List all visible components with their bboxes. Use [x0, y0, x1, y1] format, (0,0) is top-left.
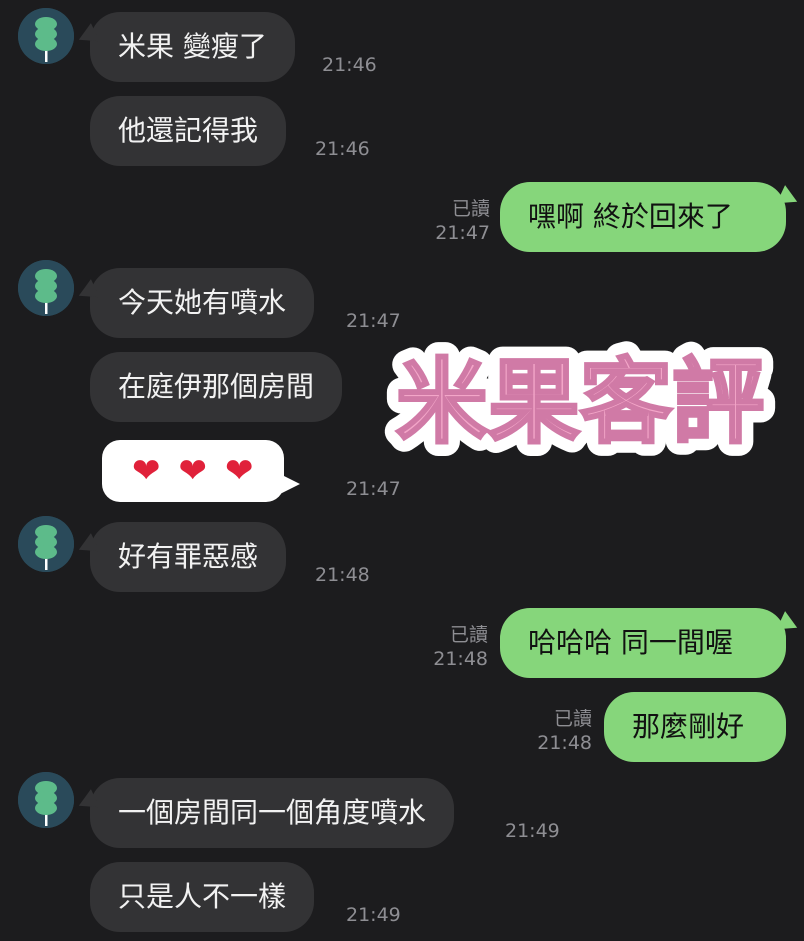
read-receipt-group: 已讀 21:48: [428, 624, 488, 672]
skewer-dango-icon: [18, 8, 74, 64]
incoming-message[interactable]: 只是人不一樣: [90, 862, 315, 932]
message-timestamp: 21:48: [433, 647, 488, 670]
contact-avatar[interactable]: [18, 772, 74, 828]
svg-text:米果客評: 米果客評: [396, 349, 764, 456]
message-timestamp: 21:49: [505, 820, 560, 842]
hearts-message[interactable]: ❤ ❤ ❤: [102, 440, 299, 502]
read-receipt-group: 已讀 21:47: [430, 198, 490, 246]
outgoing-message[interactable]: 哈哈哈 同一間喔: [500, 608, 786, 678]
read-receipt: 已讀: [553, 708, 592, 730]
message-timestamp: 21:49: [346, 904, 401, 926]
contact-avatar[interactable]: [18, 8, 74, 64]
message-timestamp: 21:46: [315, 138, 370, 160]
incoming-message[interactable]: 今天她有噴水: [90, 268, 315, 338]
message-timestamp: 21:48: [315, 564, 370, 586]
skewer-dango-icon: [18, 772, 74, 828]
incoming-message[interactable]: 好有罪惡感: [90, 522, 287, 592]
contact-avatar[interactable]: [18, 516, 74, 572]
skewer-dango-icon: [18, 516, 74, 572]
read-receipt: 已讀: [449, 624, 488, 646]
outgoing-message[interactable]: 那麼剛好: [604, 692, 786, 762]
message-timestamp: 21:47: [346, 310, 401, 332]
message-timestamp: 21:47: [346, 478, 401, 500]
read-receipt: 已讀: [451, 198, 490, 220]
read-receipt-group: 已讀 21:48: [532, 708, 592, 756]
message-timestamp: 21:46: [322, 54, 377, 76]
heart-icon: ❤: [178, 451, 208, 491]
skewer-dango-icon: [18, 260, 74, 316]
message-timestamp: 21:47: [435, 221, 490, 244]
incoming-message[interactable]: 一個房間同一個角度噴水: [90, 778, 455, 848]
sticker-text-overlay: 米果客評 米果客評: [383, 336, 777, 464]
contact-avatar[interactable]: [18, 260, 74, 316]
incoming-message[interactable]: 他還記得我: [90, 96, 287, 166]
heart-icon: ❤: [225, 451, 254, 491]
heart-icon: ❤: [132, 451, 161, 491]
message-timestamp: 21:48: [537, 731, 592, 754]
incoming-message[interactable]: 米果 變瘦了: [90, 12, 295, 82]
incoming-message[interactable]: 在庭伊那個房間: [90, 352, 343, 422]
outgoing-message[interactable]: 嘿啊 終於回來了: [500, 182, 786, 252]
